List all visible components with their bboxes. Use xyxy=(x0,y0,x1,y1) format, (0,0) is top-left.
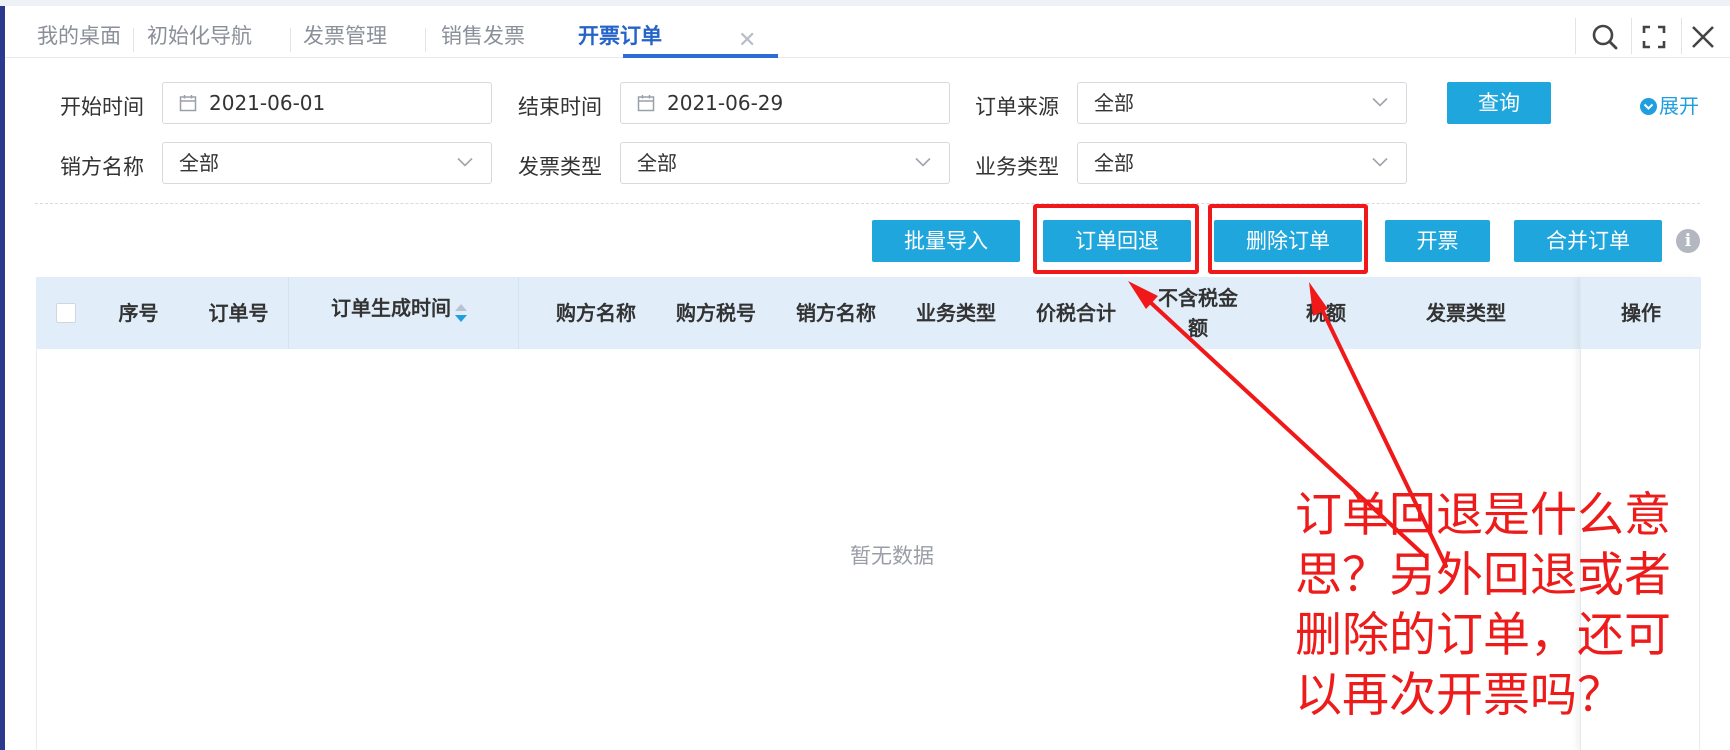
end-date-picker[interactable]: 2021-06-29 xyxy=(620,82,950,124)
order-source-select[interactable]: 全部 xyxy=(1077,82,1407,124)
batch-import-button[interactable]: 批量导入 xyxy=(872,220,1020,262)
tab-separator xyxy=(425,28,426,52)
tab-my-desktop[interactable]: 我的桌面 xyxy=(37,6,121,58)
tab-close-icon[interactable]: ✕ xyxy=(738,28,756,54)
column-header-buyer-name[interactable]: 购方名称 xyxy=(536,277,656,349)
tab-bar: 我的桌面 初始化导航 发票管理 销售发票 开票订单 ✕ xyxy=(5,6,1730,58)
chevron-down-icon xyxy=(1372,97,1388,107)
column-header-operation: 操作 xyxy=(1581,277,1701,349)
table-header: 序号 订单号 订单生成时间 购方名称 购方税号 销方名称 业务类型 价税合计 不… xyxy=(36,277,1700,349)
toolbar-separator xyxy=(1575,18,1576,54)
column-header-order-no[interactable]: 订单号 xyxy=(181,277,296,349)
chevron-circle-down-icon xyxy=(1640,98,1657,115)
seller-name-select[interactable]: 全部 xyxy=(162,142,492,184)
column-header-created-time[interactable]: 订单生成时间 xyxy=(326,277,456,349)
order-source-value: 全部 xyxy=(1094,91,1134,115)
business-type-select[interactable]: 全部 xyxy=(1077,142,1407,184)
column-header-seller-name[interactable]: 销方名称 xyxy=(776,277,896,349)
tab-separator xyxy=(133,28,134,52)
start-date-picker[interactable]: 2021-06-01 xyxy=(162,82,492,124)
chevron-down-icon xyxy=(457,157,473,167)
annotation-question: 订单回退是什么意思？另外回退或者删除的订单，还可以再次开票吗？ xyxy=(1295,488,1671,723)
column-header-buyer-tax-no[interactable]: 购方税号 xyxy=(656,277,776,349)
filter-divider xyxy=(35,203,1700,204)
tab-invoice-management[interactable]: 发票管理 xyxy=(303,6,387,58)
chevron-down-icon xyxy=(915,157,931,167)
tab-separator xyxy=(290,28,291,52)
merge-orders-button[interactable]: 合并订单 xyxy=(1514,220,1662,262)
toolbar-separator xyxy=(1681,18,1682,54)
annotation-box-rollback xyxy=(1033,204,1199,274)
column-header-amount-ex-tax[interactable]: 不含税金 额 xyxy=(1138,283,1258,343)
column-header-seq: 序号 xyxy=(118,301,159,325)
start-date-value: 2021-06-01 xyxy=(209,91,326,115)
column-header-total-with-tax[interactable]: 价税合计 xyxy=(1016,277,1136,349)
order-source-label: 订单来源 xyxy=(975,95,1059,119)
start-time-label: 开始时间 xyxy=(60,95,144,119)
seller-name-value: 全部 xyxy=(179,151,219,175)
column-header-invoice-type[interactable]: 发票类型 xyxy=(1406,277,1526,349)
empty-state-text: 暂无数据 xyxy=(850,544,934,568)
window-left-edge xyxy=(0,0,5,750)
invoice-type-label: 发票类型 xyxy=(518,155,602,179)
info-icon[interactable]: i xyxy=(1676,229,1700,253)
column-separator xyxy=(288,277,289,349)
select-all-checkbox[interactable] xyxy=(56,303,76,323)
seller-name-label: 销方名称 xyxy=(60,155,144,179)
expand-label: 展开 xyxy=(1659,94,1699,118)
tab-init-nav[interactable]: 初始化导航 xyxy=(147,6,252,58)
calendar-icon xyxy=(637,95,655,112)
fullscreen-icon[interactable] xyxy=(1637,20,1671,54)
tab-sales-invoice[interactable]: 销售发票 xyxy=(441,6,525,58)
expand-toggle[interactable]: 展开 xyxy=(1640,90,1699,119)
active-tab-indicator xyxy=(623,54,778,58)
column-header-business-type[interactable]: 业务类型 xyxy=(896,277,1016,349)
calendar-icon xyxy=(179,95,197,112)
search-icon[interactable] xyxy=(1588,20,1622,54)
business-type-label: 业务类型 xyxy=(975,155,1059,179)
annotation-box-delete xyxy=(1208,204,1368,274)
column-separator xyxy=(518,277,519,349)
close-window-icon[interactable] xyxy=(1686,20,1720,54)
query-button[interactable]: 查询 xyxy=(1447,82,1551,124)
invoice-type-select[interactable]: 全部 xyxy=(620,142,950,184)
end-date-value: 2021-06-29 xyxy=(667,91,784,115)
toolbar-separator xyxy=(1631,18,1632,54)
column-header-amount-ex-tax-line1: 不含税金 xyxy=(1158,286,1238,310)
tab-invoice-orders[interactable]: 开票订单 xyxy=(578,6,662,58)
end-time-label: 结束时间 xyxy=(518,95,602,119)
column-header-tax[interactable]: 税额 xyxy=(1266,277,1386,349)
invoice-type-value: 全部 xyxy=(637,151,677,175)
column-header-amount-ex-tax-line2: 额 xyxy=(1188,316,1208,340)
sort-icon[interactable] xyxy=(454,301,468,325)
chevron-down-icon xyxy=(1372,157,1388,167)
business-type-value: 全部 xyxy=(1094,151,1134,175)
issue-invoice-button[interactable]: 开票 xyxy=(1385,220,1490,262)
